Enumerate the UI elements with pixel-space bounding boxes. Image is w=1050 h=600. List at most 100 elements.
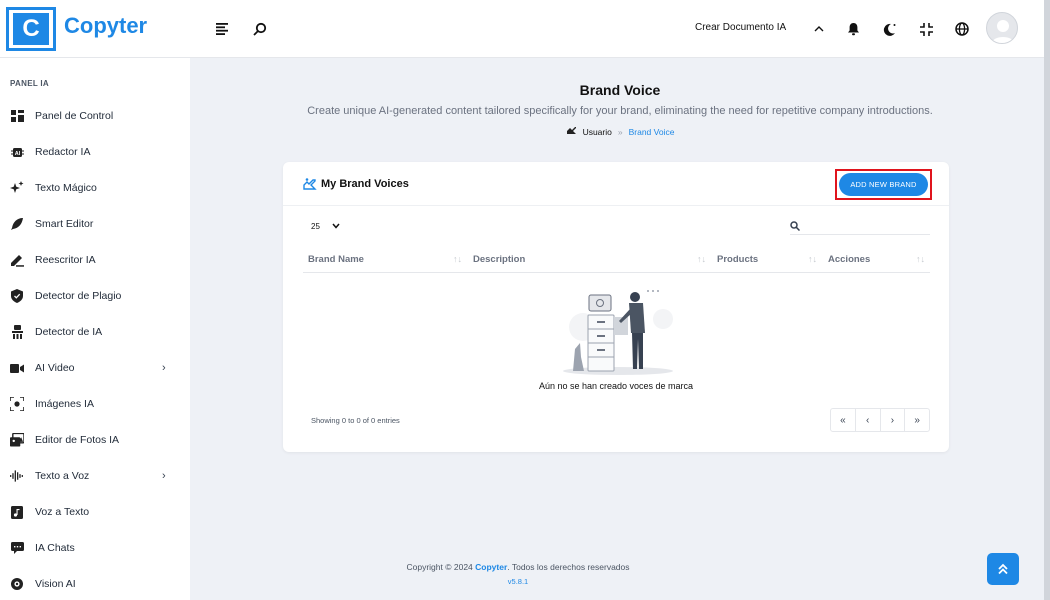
sidebar: PANEL IA Panel de Control AI Redactor IA… — [0, 58, 190, 600]
pagination: « ‹ › » — [830, 408, 930, 432]
highlight-box: ADD NEW BRAND — [835, 169, 932, 200]
sidebar-item-label: Texto a Voz — [35, 470, 90, 482]
page-length-value: 25 — [311, 221, 320, 231]
sidebar-item-label: Smart Editor — [35, 218, 94, 230]
breadcrumb-separator: » — [617, 126, 623, 137]
breadcrumb-home-icon — [566, 126, 577, 137]
breadcrumb-home[interactable]: Usuario — [583, 127, 612, 137]
last-page-button[interactable]: » — [905, 409, 929, 431]
sidebar-item-detector-de-plagio[interactable]: Detector de Plagio — [0, 278, 190, 314]
top-header: C Copyter Crear Documento IA — [0, 0, 1050, 58]
logo-letter: C — [13, 13, 49, 45]
user-avatar[interactable] — [986, 12, 1018, 44]
sidebar-section-title: PANEL IA — [10, 79, 49, 88]
footer-version: v5.8.1 — [507, 577, 529, 586]
image-scan-icon — [10, 397, 24, 411]
copyright-suffix: . Todos los derechos reservados — [507, 562, 630, 572]
sort-icon[interactable]: ↑↓ — [453, 254, 462, 264]
page-length-select[interactable]: 25 — [303, 217, 345, 235]
page-subtitle: Create unique AI-generated content tailo… — [307, 105, 933, 117]
column-acciones[interactable]: Acciones — [828, 254, 870, 265]
sidebar-item-label: Texto Mágico — [35, 182, 97, 194]
sparkles-icon — [10, 181, 24, 195]
chat-icon — [10, 541, 24, 555]
brand-voice-icon — [303, 177, 317, 190]
logo-text[interactable]: Copyter — [64, 13, 147, 39]
sidebar-item-label: AI Video — [35, 362, 75, 374]
breadcrumb: Usuario » Brand Voice — [190, 126, 1050, 137]
sidebar-item-label: Reescritor IA — [35, 254, 96, 266]
card-title: My Brand Voices — [321, 178, 409, 190]
add-new-brand-button[interactable]: ADD NEW BRAND — [839, 173, 928, 196]
sort-icon[interactable]: ↑↓ — [697, 254, 706, 264]
svg-text:AI: AI — [14, 151, 20, 157]
breadcrumb-current: Brand Voice — [628, 126, 675, 137]
theme-toggle-icon[interactable] — [879, 18, 901, 40]
column-brand-name[interactable]: Brand Name — [308, 254, 364, 265]
quill-icon — [10, 217, 24, 231]
empty-state-message: Aún no se han creado voces de marca — [538, 381, 694, 391]
sidebar-item-label: Voz a Texto — [35, 506, 90, 518]
sidebar-item-detector-de-ia[interactable]: Detector de IA — [0, 314, 190, 350]
footer-brand-link[interactable]: Copyter — [475, 562, 507, 572]
copyright-prefix: Copyright © 2024 — [406, 562, 473, 572]
waveform-icon — [10, 469, 24, 483]
sort-icon[interactable]: ↑↓ — [916, 254, 925, 264]
menu-icon[interactable] — [212, 18, 234, 40]
sidebar-item-label: Imágenes IA — [35, 398, 94, 410]
card-header: My Brand Voices ADD NEW BRAND — [283, 162, 949, 206]
sidebar-item-imagenes-ia[interactable]: Imágenes IA — [0, 386, 190, 422]
brand-voices-card: My Brand Voices ADD NEW BRAND 25 Brand N… — [283, 162, 949, 452]
sidebar-item-panel-de-control[interactable]: Panel de Control — [0, 98, 190, 134]
sidebar-item-label: Panel de Control — [35, 110, 114, 122]
first-page-button[interactable]: « — [831, 409, 856, 431]
vision-icon — [10, 577, 24, 591]
scroll-to-top-button[interactable] — [987, 553, 1019, 585]
sidebar-item-ai-video[interactable]: AI Video › — [0, 350, 190, 386]
sidebar-item-ia-chats[interactable]: IA Chats — [0, 530, 190, 566]
sidebar-item-editor-de-fotos-ia[interactable]: Editor de Fotos IA — [0, 422, 190, 458]
sidebar-item-smart-editor[interactable]: Smart Editor — [0, 206, 190, 242]
page-title: Brand Voice — [579, 82, 661, 98]
video-icon — [10, 361, 24, 375]
column-description[interactable]: Description — [473, 254, 525, 265]
fullscreen-exit-icon[interactable] — [915, 18, 937, 40]
photo-edit-icon — [10, 433, 24, 447]
previous-page-button[interactable]: ‹ — [856, 409, 881, 431]
footer-copyright: Copyright © 2024 Copyter. Todos los dere… — [190, 562, 846, 572]
scrollbar[interactable] — [1044, 0, 1050, 600]
sidebar-item-label: Redactor IA — [35, 146, 91, 158]
search-input[interactable] — [790, 217, 930, 235]
globe-icon[interactable] — [951, 18, 973, 40]
sidebar-item-vision-ai[interactable]: Vision AI — [0, 566, 190, 600]
sort-icon[interactable]: ↑↓ — [808, 254, 817, 264]
logo-mark[interactable]: C — [6, 7, 56, 51]
chevron-up-icon[interactable] — [808, 18, 830, 40]
sidebar-item-label: Editor de Fotos IA — [35, 434, 120, 446]
column-products[interactable]: Products — [717, 254, 758, 265]
double-chevron-up-icon — [998, 563, 1008, 575]
sidebar-item-label: Detector de Plagio — [35, 290, 122, 302]
sidebar-item-texto-magico[interactable]: Texto Mágico — [0, 170, 190, 206]
search-icon[interactable] — [249, 18, 271, 40]
ai-chip-icon: AI — [10, 145, 24, 159]
table-info: Showing 0 to 0 of 0 entries — [311, 416, 400, 425]
bell-icon[interactable] — [842, 18, 864, 40]
next-page-button[interactable]: › — [881, 409, 906, 431]
sidebar-item-label: IA Chats — [35, 542, 75, 554]
sidebar-item-voz-a-texto[interactable]: Voz a Texto — [0, 494, 190, 530]
audio-file-icon — [10, 505, 24, 519]
sidebar-item-redactor-ia[interactable]: AI Redactor IA — [0, 134, 190, 170]
empty-state-illustration — [553, 287, 683, 377]
dashboard-icon — [10, 109, 24, 123]
pencil-icon — [10, 253, 24, 267]
sidebar-item-texto-a-voz[interactable]: Texto a Voz › — [0, 458, 190, 494]
table-header: Brand Name ↑↓ Description ↑↓ Products ↑↓… — [303, 249, 930, 273]
shield-icon — [10, 289, 24, 303]
crear-documento-link[interactable]: Crear Documento IA — [695, 22, 786, 33]
chevron-right-icon: › — [162, 362, 166, 374]
detector-icon — [10, 325, 24, 339]
chevron-down-icon — [332, 223, 340, 229]
sidebar-item-reescritor-ia[interactable]: Reescritor IA — [0, 242, 190, 278]
chevron-right-icon: › — [162, 470, 166, 482]
